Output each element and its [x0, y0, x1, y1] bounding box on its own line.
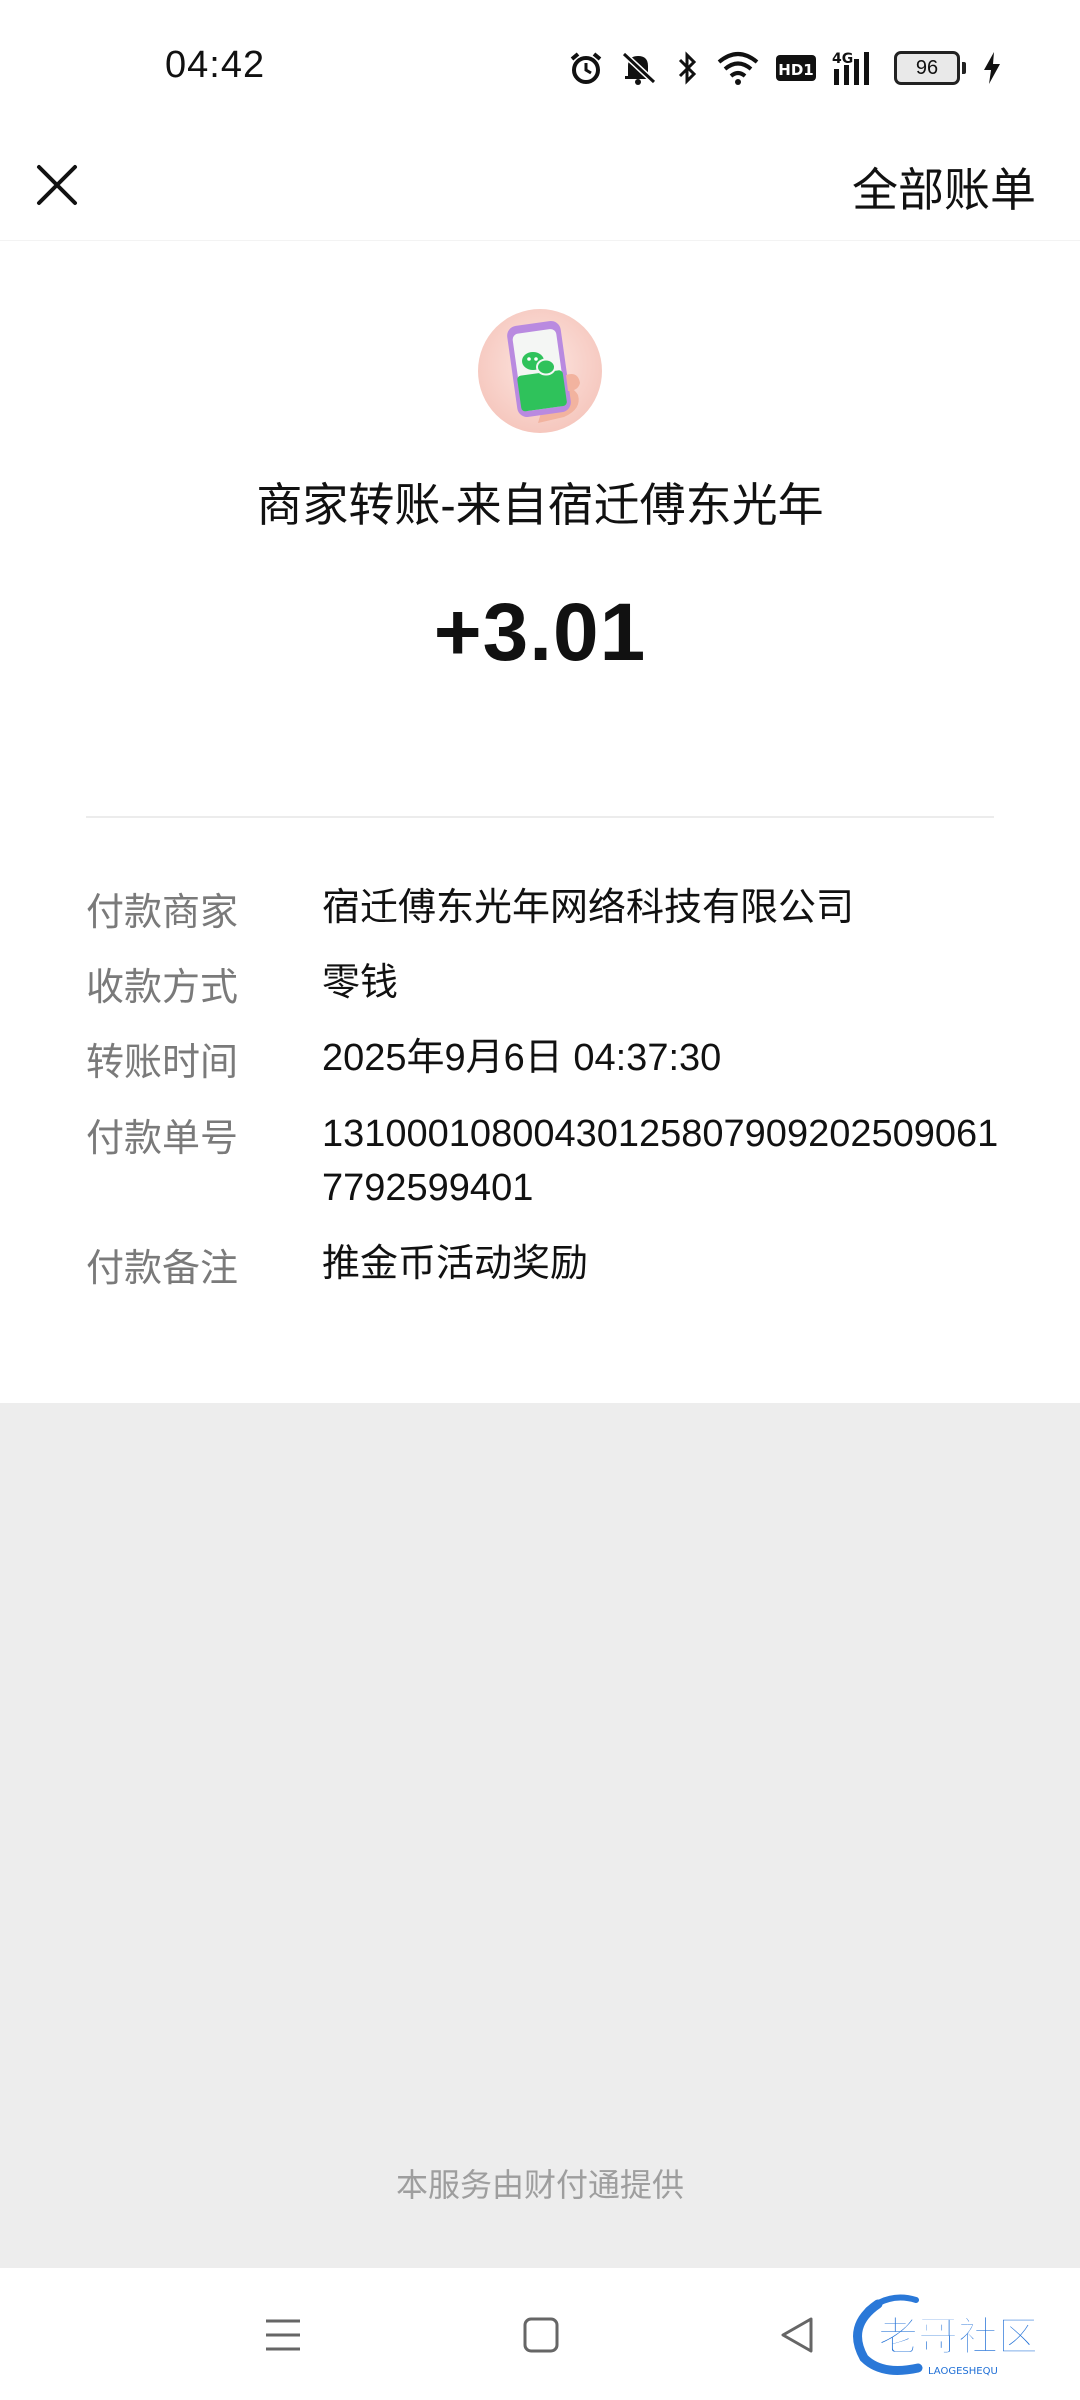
- status-time: 04:42: [165, 44, 266, 86]
- detail-label: 付款商家: [86, 892, 239, 934]
- bluetooth-icon: [676, 50, 700, 86]
- mute-icon: [620, 50, 660, 86]
- all-bills-link[interactable]: 全部账单: [852, 154, 1036, 220]
- system-nav-bar: 老哥社区 LAOGESHEQU: [0, 2268, 1080, 2400]
- svg-text:老哥社区: 老哥社区: [878, 2314, 1038, 2360]
- battery-icon: 96: [894, 51, 966, 85]
- detail-value: 零钱: [322, 962, 399, 1004]
- battery-level: 96: [894, 51, 960, 85]
- home-icon: [523, 2317, 559, 2353]
- alarm-icon: [568, 50, 604, 86]
- status-bar: 04:42 HD1 4G 96: [0, 0, 1080, 130]
- top-nav: 全部账单: [0, 130, 1080, 240]
- detail-label: 收款方式: [86, 967, 239, 1009]
- detail-value[interactable]: 1310001080043012580790920250906177925994…: [322, 1107, 1012, 1215]
- transaction-card: 商家转账-来自宿迁傅东光年 +3.01 付款商家 宿迁傅东光年网络科技有限公司 …: [0, 240, 1080, 1403]
- detail-label: 付款单号: [86, 1118, 239, 1160]
- transaction-amount: +3.01: [433, 587, 647, 678]
- home-button[interactable]: [514, 2308, 568, 2362]
- detail-value: 2025年9月6日 04:37:30: [322, 1037, 722, 1079]
- detail-value: 推金币活动奖励: [322, 1243, 589, 1285]
- menu-icon: [266, 2319, 300, 2351]
- charging-icon: [982, 50, 1002, 86]
- wifi-icon: [716, 50, 760, 86]
- back-button[interactable]: [770, 2308, 824, 2362]
- detail-value: 宿迁傅东光年网络科技有限公司: [322, 887, 855, 929]
- hd-icon: HD1: [776, 53, 816, 83]
- svg-text:LAOGESHEQU: LAOGESHEQU: [928, 2366, 998, 2377]
- signal-icon: 4G: [832, 49, 878, 87]
- svg-text:HD1: HD1: [778, 61, 813, 79]
- detail-label: 转账时间: [86, 1042, 239, 1084]
- provider-text: 本服务由财付通提供: [395, 2167, 684, 2203]
- detail-label: 付款备注: [86, 1248, 239, 1290]
- back-icon: [781, 2317, 813, 2353]
- transaction-title: 商家转账-来自宿迁傅东光年: [256, 479, 824, 531]
- wechat-phone-icon: [478, 309, 602, 433]
- close-button[interactable]: [22, 150, 92, 220]
- close-icon: [37, 165, 77, 205]
- divider: [86, 816, 994, 818]
- svg-text:4G: 4G: [832, 51, 853, 67]
- community-logo-watermark: 老哥社区 LAOGESHEQU: [838, 2284, 1068, 2384]
- menu-button[interactable]: [256, 2308, 310, 2362]
- status-icons: HD1 4G 96: [568, 46, 1002, 90]
